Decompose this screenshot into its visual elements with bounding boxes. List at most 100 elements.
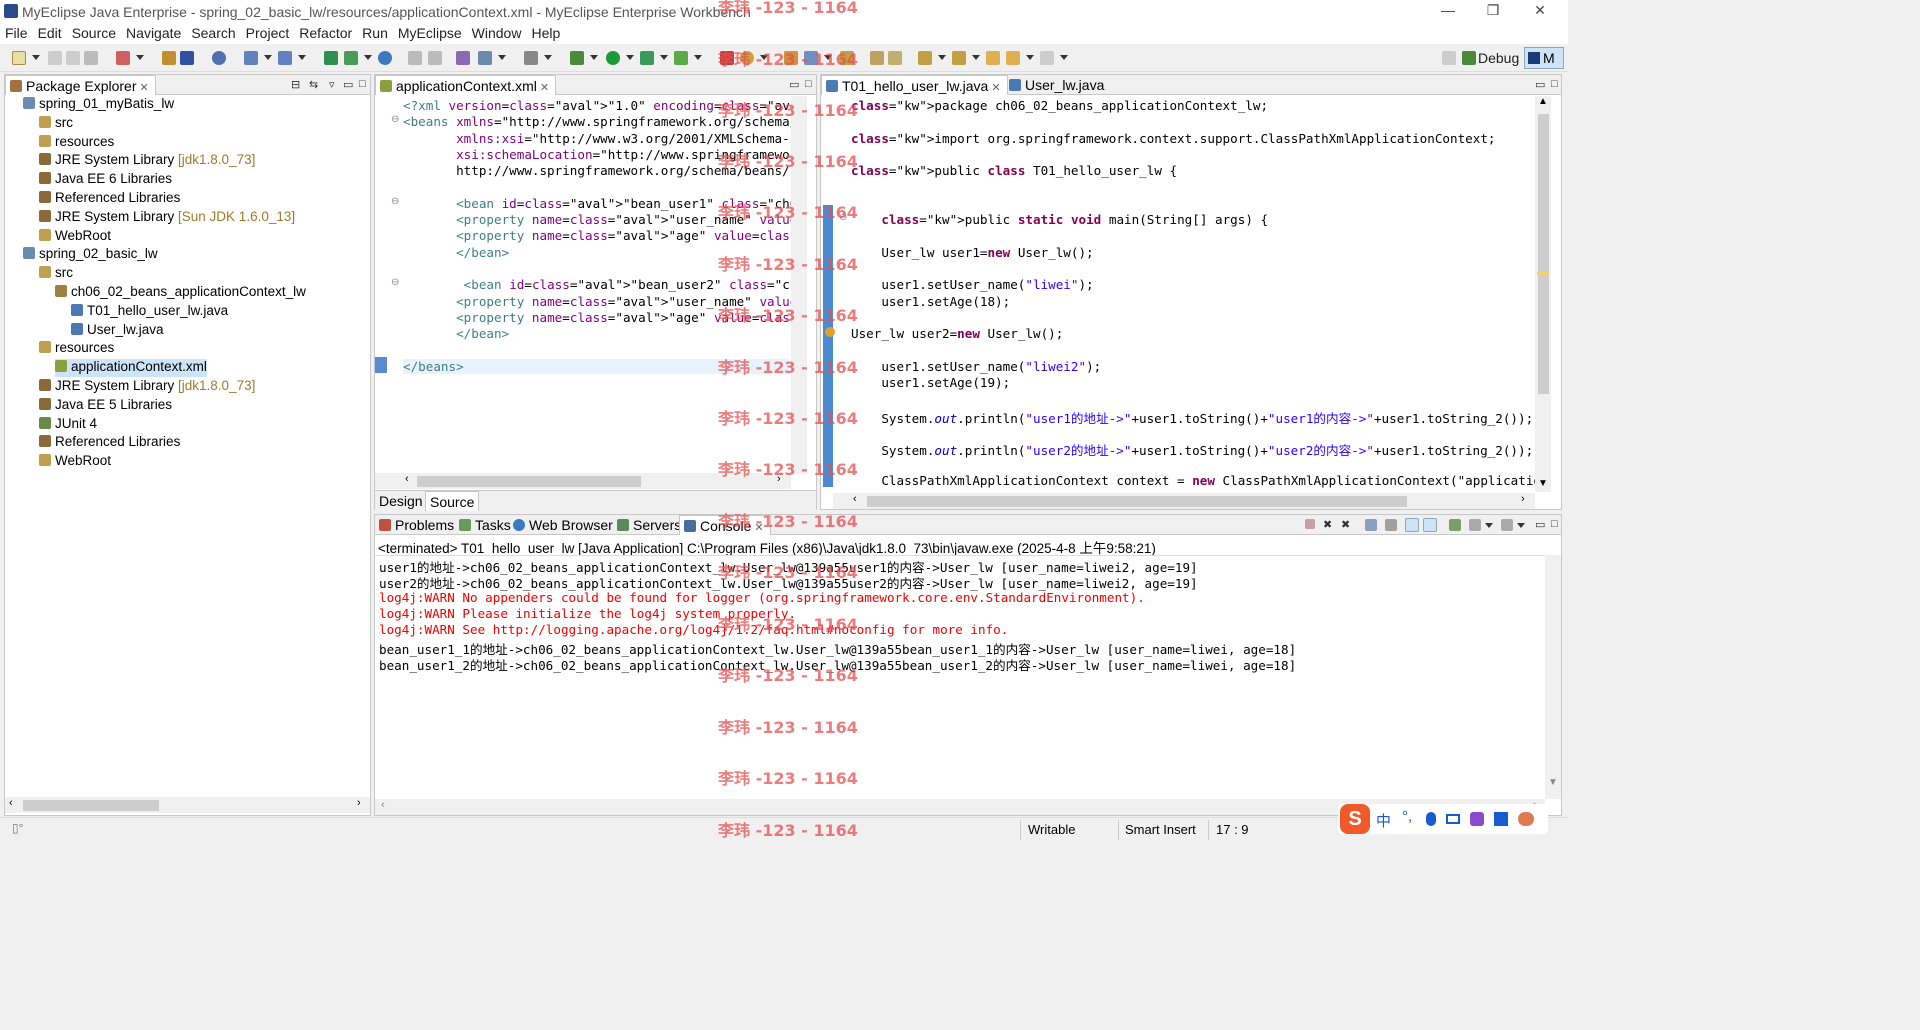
menu-myeclipse[interactable]: MyEclipse bbox=[393, 24, 467, 42]
database-icon[interactable] bbox=[212, 51, 226, 65]
myeclipse-perspective-button[interactable]: M bbox=[1524, 47, 1564, 69]
open-perspective-button-icon[interactable] bbox=[1442, 51, 1456, 65]
minimize-button[interactable]: — bbox=[1428, 2, 1468, 22]
restore-button[interactable]: ❐ bbox=[1473, 2, 1513, 22]
java-horizontal-scrollbar[interactable]: ‹ › bbox=[833, 493, 1535, 509]
clear-console-icon[interactable] bbox=[1365, 519, 1377, 531]
tree-item[interactable]: src bbox=[39, 265, 73, 283]
open-console-dropdown-icon[interactable] bbox=[1517, 523, 1525, 528]
tab-applicationcontext-xml[interactable]: applicationContext.xml ✕ bbox=[375, 75, 557, 95]
deploy-icon[interactable] bbox=[162, 51, 176, 65]
terminate-icon[interactable] bbox=[1305, 519, 1315, 529]
coverage-icon[interactable] bbox=[674, 51, 688, 65]
tree-item[interactable]: Referenced Libraries bbox=[39, 434, 180, 452]
console-dropdown-icon[interactable] bbox=[544, 55, 552, 60]
microphone-icon[interactable] bbox=[1426, 812, 1436, 826]
web-services-icon[interactable] bbox=[478, 51, 492, 65]
java-server-icon[interactable] bbox=[324, 51, 338, 65]
prev-annotation-dropdown-icon[interactable] bbox=[972, 55, 980, 60]
xml-source-text[interactable]: <?xml version=class="aval">"1.0" encodin… bbox=[375, 96, 791, 474]
java-source-text[interactable]: class="kw">package ch06_02_beans_applica… bbox=[833, 96, 1535, 492]
open-type-icon[interactable] bbox=[244, 51, 258, 65]
maximize-view-icon[interactable]: □ bbox=[359, 78, 366, 90]
menu-file[interactable]: File bbox=[0, 24, 33, 42]
refresh-icon[interactable] bbox=[740, 51, 754, 65]
fold-icon[interactable]: ⊖ bbox=[839, 212, 847, 223]
debug-icon[interactable] bbox=[570, 51, 584, 65]
tree-item[interactable]: Referenced Libraries bbox=[39, 190, 180, 208]
tab-t01-hello-user-lw[interactable]: T01_hello_user_lw.java ✕ bbox=[821, 75, 1008, 95]
display-console-icon[interactable] bbox=[1469, 519, 1481, 531]
tree-item[interactable]: spring_02_basic_lw bbox=[23, 246, 158, 264]
back-history-icon[interactable] bbox=[1006, 51, 1020, 65]
debug-perspective-icon[interactable] bbox=[1462, 51, 1476, 65]
pin-editor-icon[interactable] bbox=[870, 51, 884, 65]
scroll-up-icon[interactable]: ▲ bbox=[1538, 96, 1548, 107]
open-task-dropdown-icon[interactable] bbox=[824, 55, 832, 60]
tab-web-browser[interactable]: Web Browser bbox=[509, 515, 619, 535]
run-dropdown-icon[interactable] bbox=[626, 55, 634, 60]
menu-help[interactable]: Help bbox=[526, 24, 565, 42]
run-external-icon[interactable] bbox=[640, 51, 654, 65]
forward-icon[interactable] bbox=[428, 51, 442, 65]
maximize-view-icon[interactable]: □ bbox=[805, 78, 812, 90]
tab-source[interactable]: Source bbox=[425, 491, 480, 511]
annotation-icon[interactable] bbox=[888, 51, 902, 65]
back-icon[interactable] bbox=[408, 51, 422, 65]
tree-item[interactable]: resources bbox=[39, 134, 114, 152]
scroll-right-icon[interactable]: › bbox=[1521, 493, 1525, 505]
xml-horizontal-scrollbar[interactable]: ‹ › bbox=[375, 473, 791, 489]
jsp-dropdown-icon[interactable] bbox=[364, 55, 372, 60]
search-dropdown-icon[interactable] bbox=[298, 55, 306, 60]
last-edit-icon[interactable] bbox=[986, 51, 1000, 65]
scrollbar-thumb[interactable] bbox=[867, 496, 1407, 507]
scroll-left-icon[interactable]: ‹ bbox=[381, 799, 385, 811]
scrollbar-thumb[interactable] bbox=[1538, 114, 1549, 394]
scroll-left-icon[interactable]: ‹ bbox=[853, 493, 857, 505]
scroll-lock-icon[interactable] bbox=[1385, 519, 1397, 531]
minimize-view-icon[interactable]: ▭ bbox=[789, 78, 799, 91]
server-icon[interactable] bbox=[180, 51, 194, 65]
console-icon[interactable] bbox=[524, 51, 538, 65]
close-icon[interactable]: ✕ bbox=[991, 82, 1000, 94]
xml-vertical-scrollbar[interactable] bbox=[791, 96, 807, 474]
remove-launch-icon[interactable]: ✖ bbox=[1323, 518, 1332, 531]
coverage-dropdown-icon[interactable] bbox=[694, 55, 702, 60]
tree-item[interactable]: src bbox=[39, 115, 73, 133]
ime-language-toggle[interactable]: 中 bbox=[1376, 810, 1391, 831]
java-vertical-scrollbar[interactable]: ▲ ▼ bbox=[1535, 96, 1551, 492]
toolbox-icon[interactable] bbox=[1494, 812, 1508, 826]
tree-item[interactable]: JRE System Library [Sun JDK 1.6.0_13] bbox=[39, 209, 295, 227]
open-folder-icon[interactable] bbox=[784, 51, 798, 65]
close-icon[interactable]: ✕ bbox=[754, 522, 763, 534]
menu-run[interactable]: Run bbox=[357, 24, 393, 42]
search-icon[interactable] bbox=[278, 51, 292, 65]
tree-item[interactable]: Java EE 5 Libraries bbox=[39, 397, 172, 415]
menu-edit[interactable]: Edit bbox=[33, 24, 67, 42]
fold-icon[interactable]: ⊖ bbox=[391, 196, 399, 207]
minimize-view-icon[interactable]: ▭ bbox=[1535, 518, 1545, 531]
menu-search[interactable]: Search bbox=[186, 24, 240, 42]
scrollbar-thumb[interactable] bbox=[417, 476, 641, 487]
new-dropdown-icon[interactable] bbox=[32, 55, 40, 60]
maximize-view-icon[interactable]: □ bbox=[1551, 78, 1558, 90]
sogou-logo-icon[interactable]: S bbox=[1340, 804, 1370, 834]
scrollbar-thumb[interactable] bbox=[23, 800, 159, 811]
show-stdout-icon[interactable] bbox=[1405, 518, 1419, 532]
tree-item[interactable]: spring_01_myBatis_lw bbox=[23, 96, 174, 114]
run-icon[interactable] bbox=[606, 51, 620, 65]
show-stderr-icon[interactable] bbox=[1423, 518, 1437, 532]
debug-dropdown-icon[interactable] bbox=[590, 55, 598, 60]
globe-icon[interactable] bbox=[378, 51, 392, 65]
web-services-dropdown-icon[interactable] bbox=[498, 55, 506, 60]
run-external-dropdown-icon[interactable] bbox=[660, 55, 668, 60]
refresh-dropdown-icon[interactable] bbox=[760, 55, 768, 60]
tab-design[interactable]: Design bbox=[379, 493, 423, 509]
menu-window[interactable]: Window bbox=[467, 24, 527, 42]
keyboard-icon[interactable] bbox=[1446, 814, 1460, 824]
maximize-view-icon[interactable]: □ bbox=[1551, 518, 1558, 530]
debug-perspective-button[interactable]: Debug bbox=[1478, 50, 1519, 66]
tree-item[interactable]: WebRoot bbox=[39, 453, 111, 471]
tab-tasks[interactable]: Tasks bbox=[455, 515, 517, 535]
forward-history-icon[interactable] bbox=[1040, 51, 1054, 65]
